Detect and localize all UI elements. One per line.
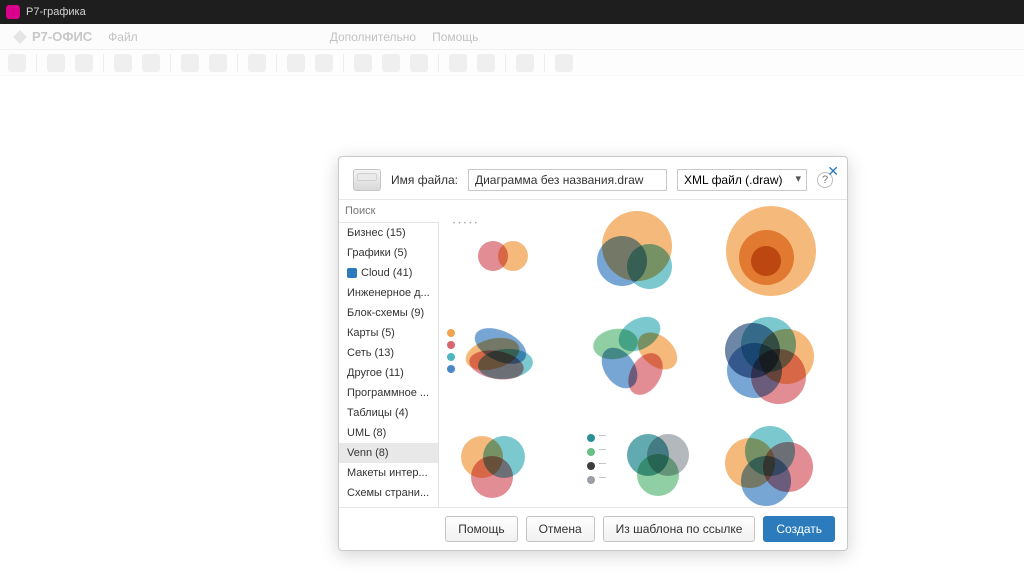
canvas-area: ✕ Имя файла: ? 🔍 Бизнес (15) Графики (5) C… — [0, 76, 1024, 576]
category-item[interactable]: Блок-схемы (9) — [339, 303, 438, 323]
category-label: Другое (11) — [347, 367, 404, 379]
category-item[interactable]: Бизнес (15) — [339, 223, 438, 243]
category-label: Cloud (41) — [361, 267, 412, 279]
category-item[interactable]: Макеты интер... — [339, 463, 438, 483]
category-label: Сеть (13) — [347, 347, 394, 359]
category-label: Программное ... — [347, 387, 429, 399]
category-item[interactable]: Сеть (13) — [339, 343, 438, 363]
template-thumb[interactable]: — — — — — [577, 416, 697, 507]
dialog-header: Имя файла: ? — [339, 157, 847, 199]
app-icon — [6, 5, 20, 19]
filename-label: Имя файла: — [391, 173, 458, 187]
template-thumb[interactable]: • • • • • — [443, 206, 563, 301]
category-item[interactable]: Venn (8) — [339, 443, 438, 463]
template-thumb[interactable] — [711, 206, 831, 301]
cancel-button[interactable]: Отмена — [526, 516, 595, 542]
close-icon[interactable]: ✕ — [827, 163, 839, 180]
new-diagram-dialog: ✕ Имя файла: ? 🔍 Бизнес (15) Графики (5) C… — [338, 156, 848, 551]
brand-logo: Р7-ОФИС — [12, 29, 92, 45]
template-thumb[interactable] — [577, 206, 697, 301]
category-item[interactable]: Другое (11) — [339, 363, 438, 383]
category-item[interactable]: Таблицы (4) — [339, 403, 438, 423]
help-button[interactable]: Помощь — [445, 516, 517, 542]
window-titlebar: Р7-графика — [0, 0, 1024, 24]
toolbar — [0, 50, 1024, 76]
create-button[interactable]: Создать — [763, 516, 835, 542]
template-gallery: • • • • • — [439, 200, 847, 507]
category-list: Бизнес (15) Графики (5) Cloud (41) Инженерн… — [339, 223, 438, 507]
menu-extra[interactable]: Дополнительно — [330, 30, 416, 44]
brand-bar: Р7-ОФИС Файл Дополнительно Помощь — [0, 24, 1024, 50]
category-label: Графики (5) — [347, 247, 407, 259]
category-item[interactable]: Карты (5) — [339, 323, 438, 343]
category-label: Блок-схемы (9) — [347, 307, 424, 319]
dialog-footer: Помощь Отмена Из шаблона по ссылке Созда… — [339, 507, 847, 550]
category-item[interactable]: UML (8) — [339, 423, 438, 443]
category-item[interactable]: Схемы страни... — [339, 483, 438, 503]
cloud-icon — [347, 268, 357, 278]
menu-file[interactable]: Файл — [108, 30, 138, 44]
category-label: Venn (8) — [347, 447, 389, 459]
category-item[interactable]: Программное ... — [339, 383, 438, 403]
filename-input[interactable] — [468, 169, 667, 191]
category-item[interactable]: Графики (5) — [339, 243, 438, 263]
modal-overlay: ✕ Имя файла: ? 🔍 Бизнес (15) Графики (5) C… — [0, 76, 1024, 576]
template-thumb[interactable] — [443, 311, 563, 406]
category-label: Схемы страни... — [347, 487, 429, 499]
brand-text: Р7-ОФИС — [32, 29, 92, 44]
drive-icon — [353, 169, 381, 191]
menu-help[interactable]: Помощь — [432, 30, 478, 44]
category-label: Карты (5) — [347, 327, 395, 339]
filetype-select[interactable] — [677, 169, 807, 191]
category-item[interactable]: Cloud (41) — [339, 263, 438, 283]
from-url-button[interactable]: Из шаблона по ссылке — [603, 516, 756, 542]
category-label: Бизнес (15) — [347, 227, 406, 239]
template-thumb[interactable] — [711, 311, 831, 406]
category-label: Таблицы (4) — [347, 407, 408, 419]
category-label: Инженерное д... — [347, 287, 430, 299]
template-sidebar: 🔍 Бизнес (15) Графики (5) Cloud (41) Инжене… — [339, 200, 439, 507]
template-thumb[interactable] — [711, 416, 831, 507]
search-row: 🔍 — [339, 200, 438, 223]
template-thumb[interactable] — [443, 416, 563, 507]
category-label: UML (8) — [347, 427, 386, 439]
category-item[interactable]: Инженерное д... — [339, 283, 438, 303]
category-label: Макеты интер... — [347, 467, 428, 479]
template-thumb[interactable] — [577, 311, 697, 406]
window-title: Р7-графика — [26, 6, 86, 18]
